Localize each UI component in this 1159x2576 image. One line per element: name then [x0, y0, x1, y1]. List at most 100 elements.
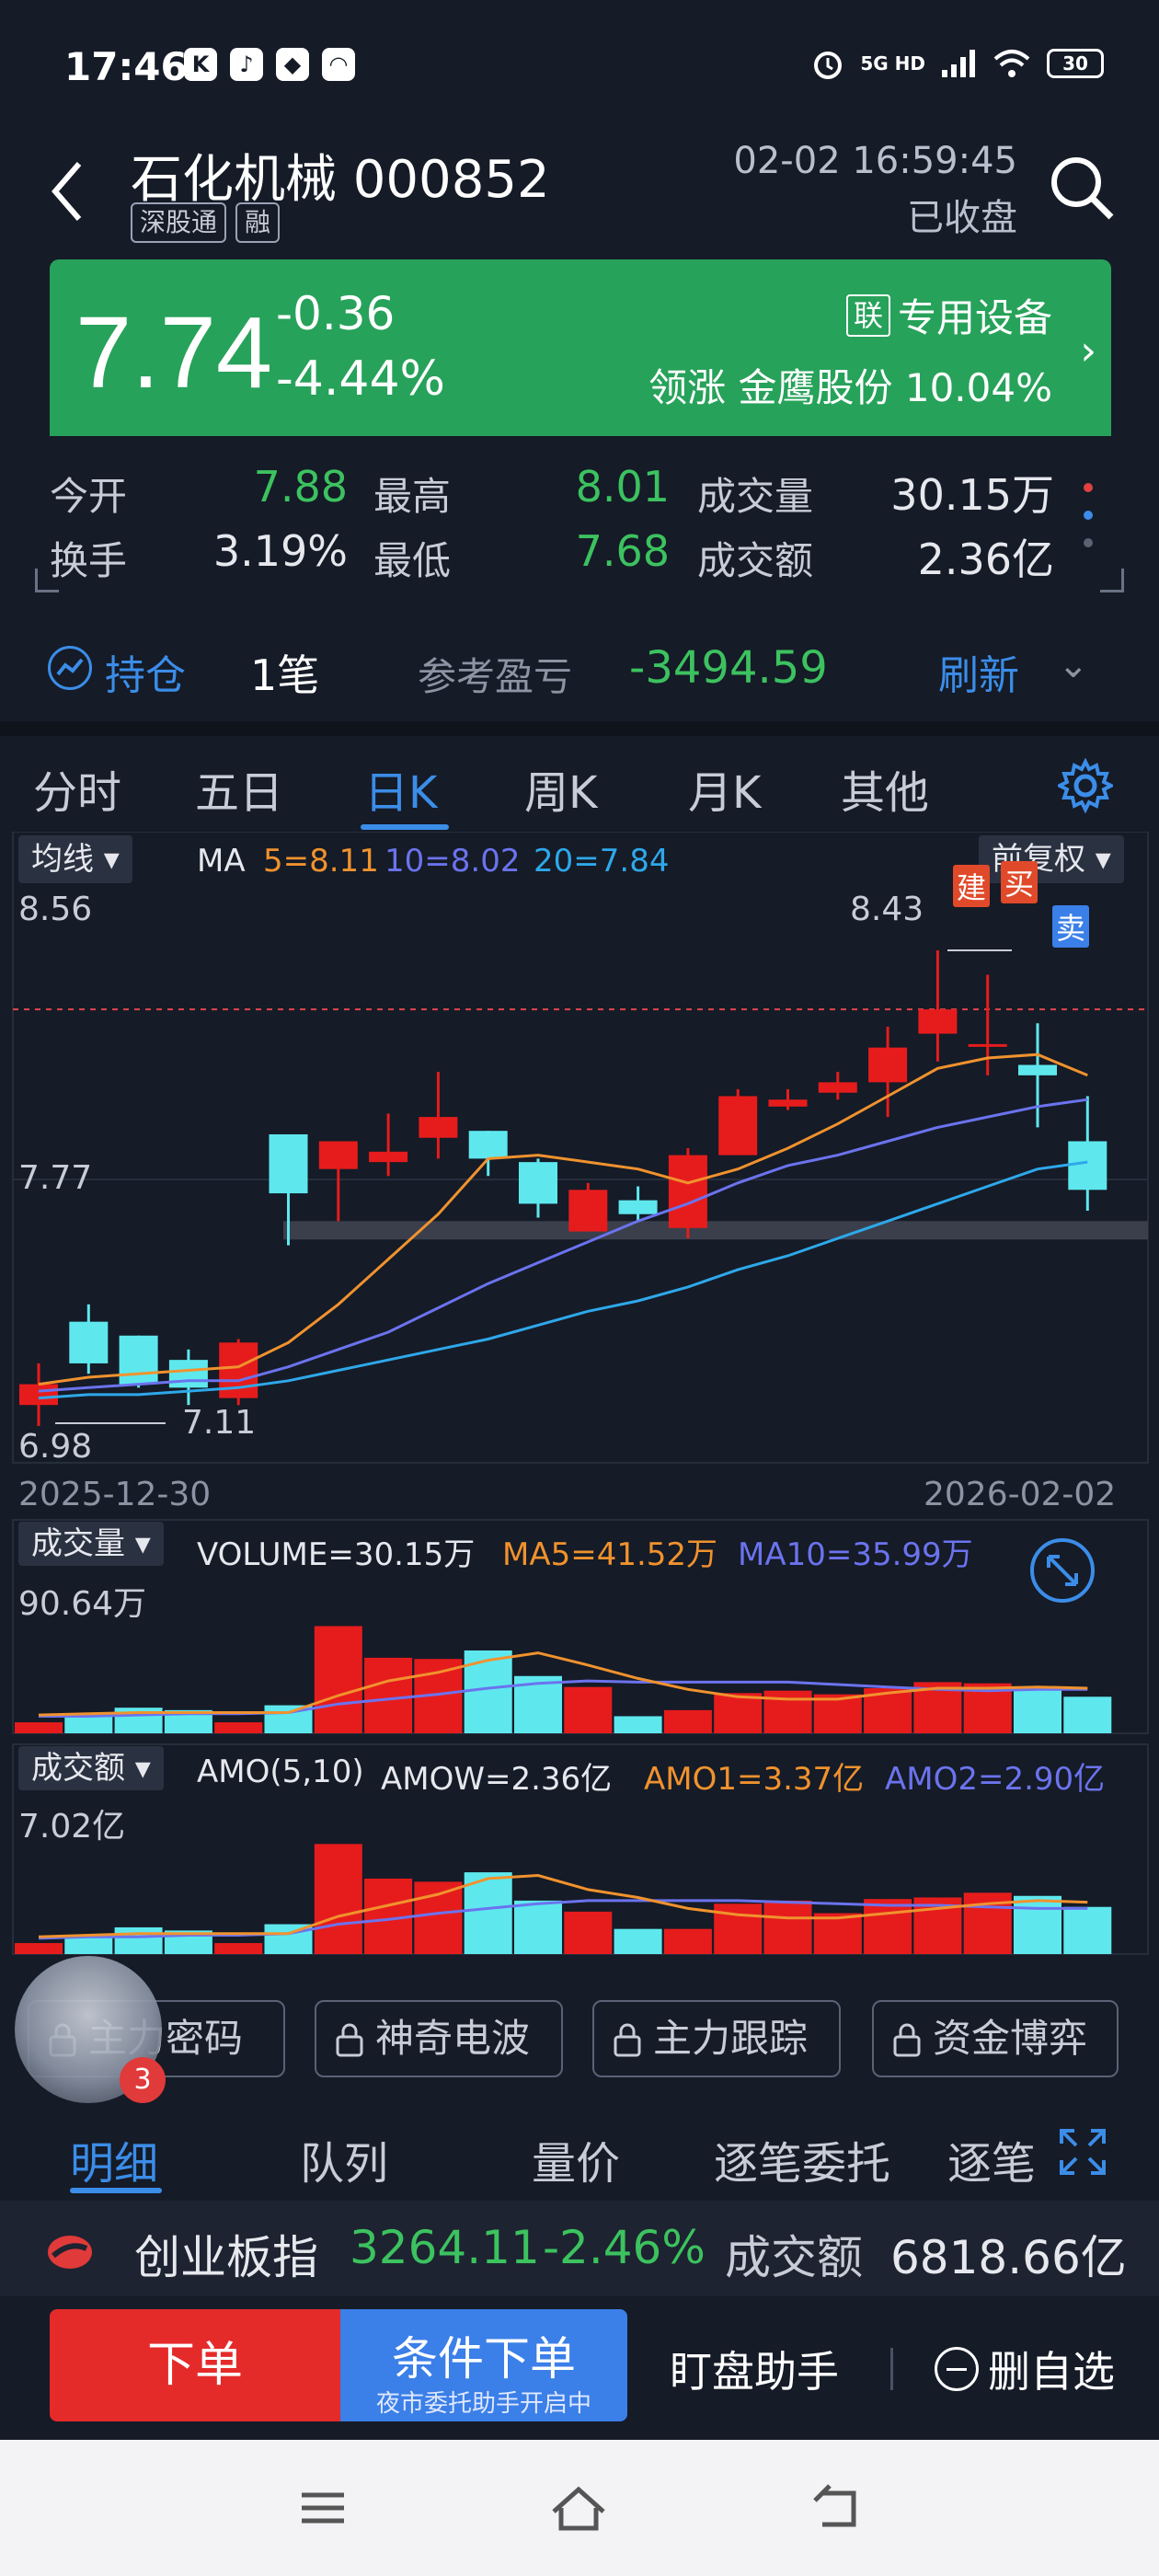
volume-bar — [314, 1626, 362, 1733]
volume-dropdown[interactable]: 成交量 ▾ — [18, 1522, 164, 1566]
amount-bar — [564, 1911, 613, 1954]
tab-details[interactable]: 明细 — [70, 2127, 158, 2191]
candle-body — [618, 1200, 658, 1214]
indicator-dropdown[interactable]: 均线 ▾ — [18, 835, 132, 883]
tab-trade-by-trade[interactable]: 逐笔 — [947, 2127, 1039, 2191]
network-type: 5G HD — [860, 52, 925, 75]
refresh-button[interactable]: 刷新 — [938, 642, 1019, 701]
battery-icon: 30 — [1047, 49, 1104, 78]
volume-label: 成交量 — [697, 474, 814, 519]
fullscreen-chart-icon[interactable] — [1028, 1536, 1096, 1604]
amow-legend: AMOW=2.36亿 — [381, 1761, 613, 1798]
y-axis-mid: 7.77 — [18, 1159, 93, 1197]
conditional-order-button[interactable]: 条件下单 夜市委托助手开启中 — [340, 2309, 627, 2421]
more-dots-icon[interactable] — [1082, 478, 1095, 552]
watch-assistant-button[interactable]: 盯盘助手 — [670, 2339, 839, 2399]
corner-decoration — [35, 569, 59, 592]
price-panel[interactable]: 7.74 -0.36 -4.44% 联 专用设备 领涨 金鹰股份 10.04% … — [50, 259, 1111, 436]
position-label: 持仓 — [105, 652, 186, 699]
tab-daily-k[interactable]: 日K — [364, 756, 437, 821]
chip-capital-game[interactable]: 资金博弈 — [872, 2000, 1119, 2077]
high-value: 8.01 — [575, 462, 670, 512]
gear-icon[interactable] — [1058, 758, 1113, 813]
active-tab-indicator — [361, 824, 449, 830]
candle-body — [318, 1141, 358, 1169]
position-chart-icon — [48, 646, 92, 690]
pnl-value: -3494.59 — [629, 642, 828, 694]
market-status: 已收盘 — [907, 197, 1017, 239]
amount-bar — [614, 1928, 662, 1954]
chevron-down-icon[interactable]: ⌄ — [1058, 644, 1089, 686]
amount-bar — [763, 1900, 812, 1954]
stock-tags: 深股通 融 — [131, 202, 281, 243]
low-value: 7.68 — [575, 526, 670, 576]
amount-dropdown[interactable]: 成交额 ▾ — [18, 1746, 164, 1790]
open-value: 7.88 — [253, 462, 348, 512]
tag-shenguotong[interactable]: 深股通 — [131, 202, 227, 243]
candle-body — [918, 1009, 958, 1034]
order-button[interactable]: 下单 — [50, 2309, 340, 2421]
back-arrow-icon[interactable] — [42, 155, 98, 228]
candle-body — [868, 1047, 908, 1083]
chevron-right-icon[interactable]: › — [1080, 328, 1096, 374]
candle-body — [1018, 1064, 1057, 1075]
sector-link[interactable]: 联 专用设备 — [845, 287, 1052, 343]
amount-bar — [1014, 1895, 1061, 1954]
chip-magic-wave[interactable]: 神奇电波 — [315, 2000, 563, 2077]
map-notification-icon: ◆ — [276, 48, 309, 81]
candle-body — [968, 1043, 1007, 1047]
candle-body — [468, 1131, 508, 1159]
signal-icon — [942, 50, 975, 77]
build-marker[interactable]: 建 — [953, 865, 991, 907]
sell-marker[interactable]: 卖 — [1052, 905, 1090, 948]
buy-marker[interactable]: 买 — [1001, 861, 1039, 903]
sector-name: 专用设备 — [897, 295, 1052, 340]
menu-icon[interactable] — [291, 2480, 355, 2536]
quote-stats: 今开 7.88 最高 8.01 成交量 30.15万 换手 3.19% 最低 7… — [0, 451, 1159, 598]
tab-order-by-order[interactable]: 逐笔委托 — [714, 2127, 890, 2191]
status-time: 17:46 — [64, 44, 188, 89]
lock-icon — [336, 2023, 363, 2057]
tab-intraday[interactable]: 分时 — [33, 756, 121, 821]
chip-main-force-track[interactable]: 主力跟踪 — [592, 2000, 841, 2077]
browser-notification-icon: ◠ — [322, 48, 355, 81]
y-axis-bottom: 6.98 — [18, 1428, 93, 1466]
amount-bar — [314, 1844, 362, 1954]
low-price-mark: 7.11 — [182, 1404, 257, 1442]
amount-bar — [864, 1899, 912, 1954]
candle-body — [519, 1162, 557, 1204]
app-notification-icon: K — [184, 48, 217, 81]
volume-bar — [564, 1686, 613, 1733]
tab-five-day[interactable]: 五日 — [195, 756, 283, 821]
avatar-badge: 3 — [120, 2057, 166, 2103]
candle-body — [1068, 1141, 1107, 1190]
candle-body — [419, 1117, 458, 1138]
sector-leader[interactable]: 领涨 金鹰股份 10.04% — [648, 357, 1052, 413]
pnl-label: 参考盈亏 — [418, 654, 573, 699]
amount-dropdown-label: 成交额 — [31, 1750, 125, 1787]
volume-bar — [15, 1722, 63, 1733]
position-row[interactable]: 持仓 1笔 参考盈亏 -3494.59 刷新 ⌄ — [0, 626, 1159, 721]
lock-icon — [614, 2023, 641, 2057]
volume-bar — [64, 1716, 113, 1733]
index-ticker[interactable]: 创业板指 3264.11 -2.46% 成交额 6818.66亿 — [0, 2201, 1159, 2296]
amount-bar — [114, 1926, 163, 1954]
tab-other[interactable]: 其他 — [841, 756, 929, 821]
period-tabs: 分时 五日 日K 周K 月K 其他 — [0, 736, 1159, 832]
tab-monthly-k[interactable]: 月K — [688, 756, 761, 821]
detail-tab-indicator — [70, 2188, 162, 2193]
tag-margin[interactable]: 融 — [235, 202, 281, 243]
tab-volume-price[interactable]: 量价 — [532, 2127, 620, 2191]
y-axis-top: 8.56 — [18, 891, 93, 928]
back-icon[interactable] — [804, 2480, 868, 2536]
remove-watchlist-button[interactable]: 删自选 — [935, 2339, 1115, 2399]
expand-icon[interactable] — [1058, 2127, 1107, 2177]
chart-area[interactable]: 均线 ▾ MA 5=8.11 10=8.02 20=7.84 前复权 ▾ 8.5… — [0, 832, 1159, 1963]
ma5-legend: 5=8.11 — [263, 843, 379, 880]
tab-queue[interactable]: 队列 — [300, 2127, 388, 2191]
tab-weekly-k[interactable]: 周K — [524, 756, 597, 821]
turnover-value: 3.19% — [212, 526, 348, 576]
home-icon[interactable] — [546, 2480, 611, 2536]
ma10-legend: 10=8.02 — [384, 843, 521, 880]
search-icon[interactable] — [1045, 151, 1119, 224]
